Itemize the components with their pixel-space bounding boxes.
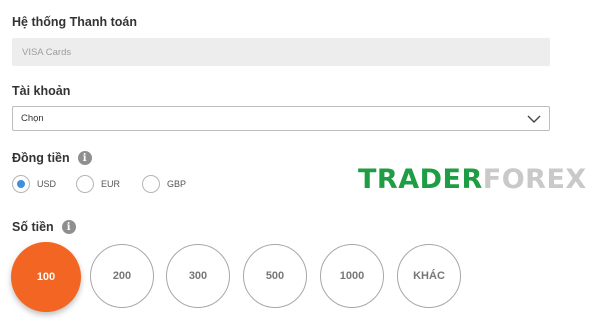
logo-part-forex: FOREX xyxy=(482,164,587,195)
amount-option-1000[interactable]: 1000 xyxy=(320,244,384,308)
radio-selected-dot xyxy=(17,180,25,188)
currency-option-gbp[interactable]: GBP xyxy=(142,175,186,193)
payment-system-field: VISA Cards xyxy=(12,38,550,66)
amount-label: Số tiền i xyxy=(12,220,76,234)
currency-option-label: USD xyxy=(37,179,57,189)
currency-option-eur[interactable]: EUR xyxy=(76,175,120,193)
amount-option-500[interactable]: 500 xyxy=(243,244,307,308)
account-label: Tài khoản xyxy=(12,84,70,98)
radio-circle[interactable] xyxy=(76,175,94,193)
currency-option-label: EUR xyxy=(101,179,121,189)
currency-option-usd[interactable]: USD xyxy=(12,175,56,193)
amount-option-100[interactable]: 100 xyxy=(11,242,81,312)
radio-circle[interactable] xyxy=(12,175,30,193)
amount-option-200[interactable]: 200 xyxy=(90,244,154,308)
currency-option-label: GBP xyxy=(167,179,187,189)
amount-option-300[interactable]: 300 xyxy=(166,244,230,308)
radio-circle[interactable] xyxy=(142,175,160,193)
currency-label: Đồng tiền i xyxy=(12,151,92,165)
payment-system-label-text: Hệ thống Thanh toán xyxy=(12,15,137,29)
traderforex-logo: TRADERFOREX xyxy=(358,165,587,195)
account-select[interactable]: Chọn xyxy=(12,106,550,131)
info-icon[interactable]: i xyxy=(61,220,76,234)
account-select-value: Chọn xyxy=(21,113,44,124)
account-label-text: Tài khoản xyxy=(12,84,71,98)
amount-label-text: Số tiền xyxy=(12,220,54,234)
logo-part-trader: TRADER xyxy=(358,164,483,195)
info-icon[interactable]: i xyxy=(77,151,92,165)
payment-system-label: Hệ thống Thanh toán xyxy=(12,15,137,29)
amount-option-other[interactable]: KHÁC xyxy=(397,244,461,308)
payment-system-value: VISA Cards xyxy=(22,46,72,58)
chevron-down-icon xyxy=(527,115,541,123)
currency-label-text: Đồng tiền xyxy=(12,151,70,165)
